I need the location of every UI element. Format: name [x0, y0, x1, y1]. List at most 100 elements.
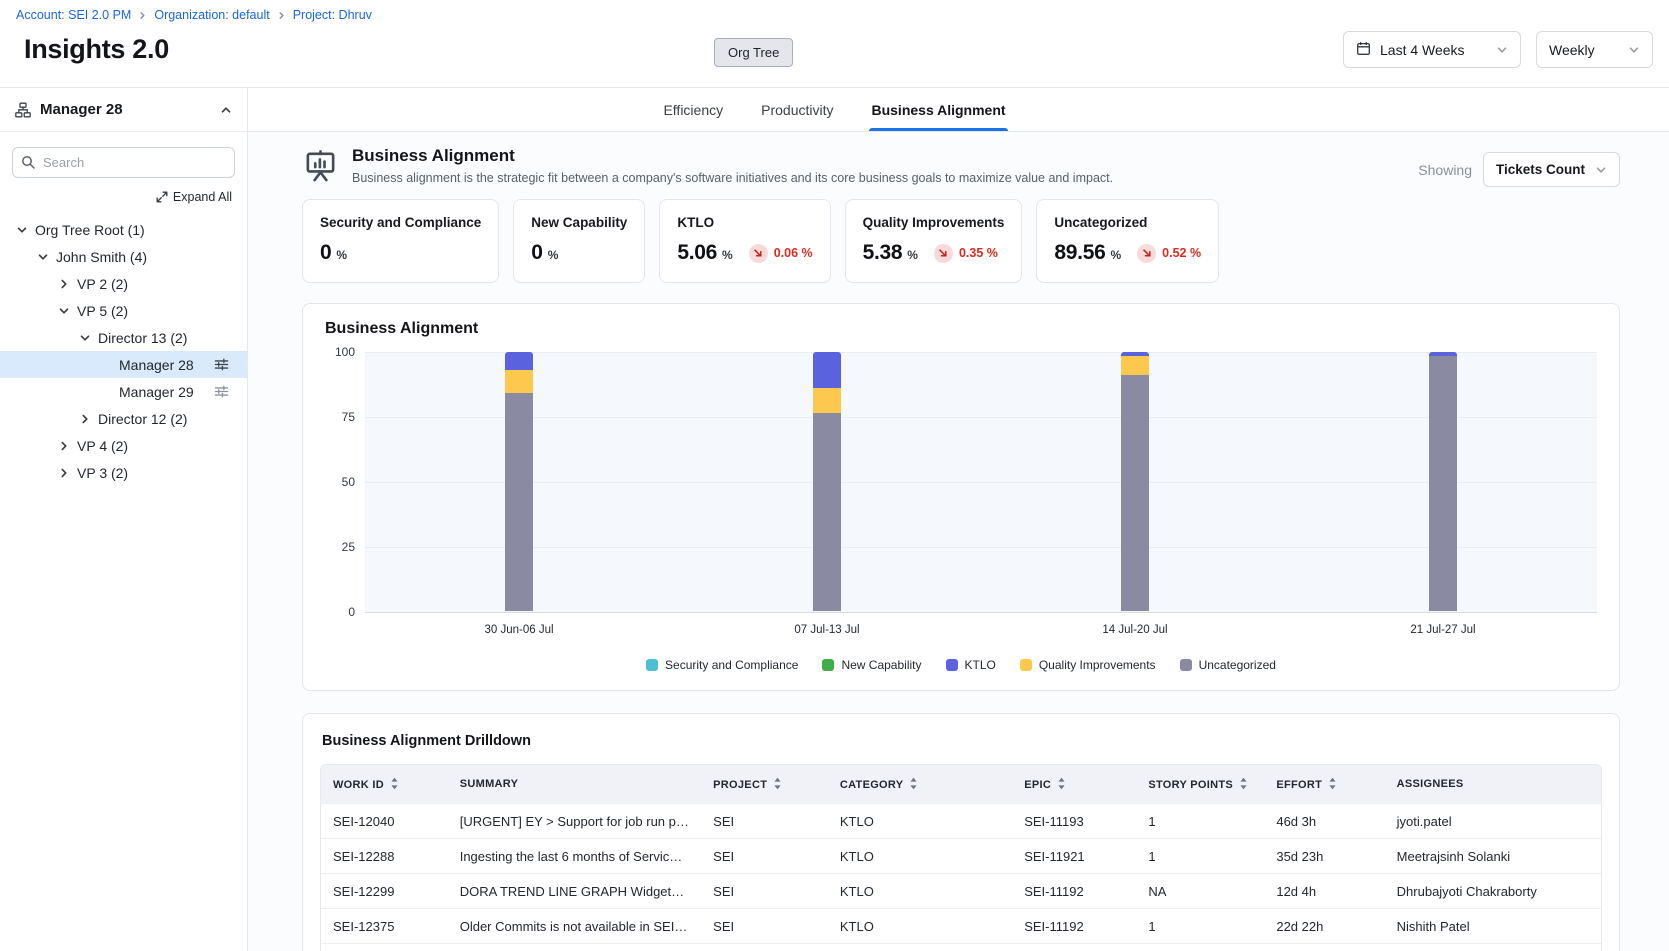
date-range-select[interactable]: Last 4 Weeks	[1343, 31, 1521, 68]
trend-value: 0.35 %	[959, 246, 998, 260]
tree-item-label: Org Tree Root (1)	[35, 222, 145, 238]
collapse-sidebar-icon[interactable]	[220, 104, 232, 116]
legend-item-uncategorized[interactable]: Uncategorized	[1180, 658, 1276, 672]
gridline	[365, 417, 1597, 418]
tree-item-label: Director 12 (2)	[98, 411, 187, 427]
column-header-project[interactable]: PROJECT	[701, 765, 828, 804]
breadcrumb-account[interactable]: Account: SEI 2.0 PM	[16, 8, 131, 22]
stacked-bar-07-jul-13-jul[interactable]	[813, 352, 841, 611]
tree-item-vp-4-2[interactable]: VP 4 (2)	[0, 432, 247, 459]
tree-item-vp-3-2[interactable]: VP 3 (2)	[0, 459, 247, 486]
x-axis-label: 21 Jul-27 Jul	[1410, 624, 1475, 636]
breadcrumb-project[interactable]: Project: Dhruv	[293, 8, 372, 22]
legend-item-new-capability[interactable]: New Capability	[822, 658, 921, 672]
granularity-value: Weekly	[1549, 42, 1595, 58]
column-header-label: WORK ID	[333, 779, 384, 791]
column-header-effort[interactable]: EFFORT	[1264, 765, 1384, 804]
chevron-right-icon[interactable]	[56, 276, 72, 292]
chevron-right-icon	[138, 11, 147, 20]
stacked-bar-30-jun-06-jul[interactable]	[505, 352, 533, 611]
metric-unit: %	[722, 248, 733, 262]
legend-item-quality-improvements[interactable]: Quality Improvements	[1020, 658, 1156, 672]
tree-item-director-13-2[interactable]: Director 13 (2)	[0, 324, 247, 351]
filter-sliders-icon[interactable]	[214, 357, 229, 372]
app-header: Account: SEI 2.0 PM Organization: defaul…	[0, 0, 1669, 88]
metric-label: Quality Improvements	[863, 215, 1005, 230]
table-cell: 1	[1136, 909, 1264, 944]
tree-item-manager-29[interactable]: Manager 29	[0, 378, 247, 405]
chevron-down-icon	[1496, 44, 1508, 56]
table-cell: KTLO	[828, 909, 1012, 944]
page-title: Insights 2.0	[24, 34, 169, 65]
stacked-bar-14-jul-20-jul[interactable]	[1121, 352, 1149, 611]
chevron-down-icon	[1628, 44, 1640, 56]
legend-item-ktlo[interactable]: KTLO	[946, 658, 996, 672]
expand-all-icon	[156, 191, 168, 203]
search-input[interactable]	[12, 147, 235, 178]
table-cell: 46d 3h	[1264, 804, 1384, 839]
column-header-epic[interactable]: EPIC	[1012, 765, 1136, 804]
tree-item-director-12-2[interactable]: Director 12 (2)	[0, 405, 247, 432]
table-cell: 12d 4h	[1264, 874, 1384, 909]
x-axis-label: 07 Jul-13 Jul	[794, 624, 859, 636]
legend-item-security-and-compliance[interactable]: Security and Compliance	[646, 658, 798, 672]
showing-select[interactable]: Tickets Count	[1483, 152, 1620, 187]
metric-value: 5.06	[677, 241, 717, 265]
column-header-story-points[interactable]: STORY POINTS	[1136, 765, 1264, 804]
org-tree-button[interactable]: Org Tree	[714, 38, 793, 67]
selected-manager-label: Manager 28	[40, 101, 123, 118]
tree-item-org-tree-root-1[interactable]: Org Tree Root (1)	[0, 216, 247, 243]
column-header-label: PROJECT	[713, 779, 767, 791]
table-row[interactable]: SEI-12288Ingesting the last 6 months of …	[321, 839, 1601, 874]
metric-unit: %	[1110, 248, 1121, 262]
table-row[interactable]: SEI-12375Older Commits is not available …	[321, 909, 1601, 944]
stacked-bar-21-jul-27-jul[interactable]	[1429, 352, 1457, 611]
table-cell: KTLO	[828, 804, 1012, 839]
chevron-down-icon[interactable]	[35, 249, 51, 265]
breadcrumb-organization[interactable]: Organization: default	[154, 8, 269, 22]
tree-item-manager-28[interactable]: Manager 28	[0, 351, 247, 378]
content-area: Business Alignment Business alignment is…	[248, 132, 1669, 951]
sidebar-search	[12, 147, 235, 178]
tab-productivity[interactable]: Productivity	[759, 88, 835, 131]
tree-item-label: John Smith (4)	[56, 249, 147, 265]
chevron-right-icon[interactable]	[77, 411, 93, 427]
tree-item-john-smith-4[interactable]: John Smith (4)	[0, 243, 247, 270]
chevron-down-icon[interactable]	[56, 303, 72, 319]
search-icon	[21, 155, 35, 174]
table-cell: KTLO	[828, 944, 1012, 951]
tree-item-vp-2-2[interactable]: VP 2 (2)	[0, 270, 247, 297]
metric-label: Uncategorized	[1054, 215, 1201, 230]
table-row[interactable]: SEI-12395EY > Verify if ingestion is wor…	[321, 944, 1601, 951]
sidebar-header: Manager 28	[0, 88, 247, 132]
chevron-right-icon[interactable]	[56, 438, 72, 454]
table-cell: Dhrubajyoti Chakraborty	[1385, 874, 1601, 909]
granularity-select[interactable]: Weekly	[1536, 31, 1653, 68]
table-row[interactable]: SEI-12040[URGENT] EY > Support for job r…	[321, 804, 1601, 839]
metric-label: Security and Compliance	[320, 215, 481, 230]
table-row[interactable]: SEI-12299DORA TREND LINE GRAPH Widgets i…	[321, 874, 1601, 909]
column-header-category[interactable]: CATEGORY	[828, 765, 1012, 804]
tab-efficiency[interactable]: Efficiency	[661, 88, 725, 131]
chevron-down-icon[interactable]	[14, 222, 30, 238]
section-title: Business Alignment	[352, 146, 1113, 166]
table-cell: SEI-11921	[1012, 839, 1136, 874]
table-cell: 22d 22h	[1264, 909, 1384, 944]
metric-card-security-and-compliance: Security and Compliance0%	[302, 199, 499, 283]
legend-label: New Capability	[841, 658, 921, 672]
section-description: Business alignment is the strategic fit …	[352, 171, 1113, 185]
expand-all-button[interactable]: Expand All	[0, 180, 247, 210]
metric-card-quality-improvements: Quality Improvements5.38%0.35 %	[845, 199, 1023, 283]
showing-label: Showing	[1418, 162, 1472, 178]
tab-business-alignment[interactable]: Business Alignment	[869, 88, 1007, 131]
trend-value: 0.06 %	[774, 246, 813, 260]
chevron-right-icon[interactable]	[56, 465, 72, 481]
column-header-work-id[interactable]: WORK ID	[321, 765, 448, 804]
chevron-down-icon[interactable]	[77, 330, 93, 346]
table-cell: KTLO	[828, 839, 1012, 874]
table-cell: SEI	[701, 874, 828, 909]
tree-item-vp-5-2[interactable]: VP 5 (2)	[0, 297, 247, 324]
drilldown-table: WORK IDSUMMARYPROJECTCATEGORYEPICSTORY P…	[320, 764, 1602, 951]
y-tick-label: 100	[335, 345, 355, 359]
filter-sliders-icon[interactable]	[214, 384, 229, 399]
